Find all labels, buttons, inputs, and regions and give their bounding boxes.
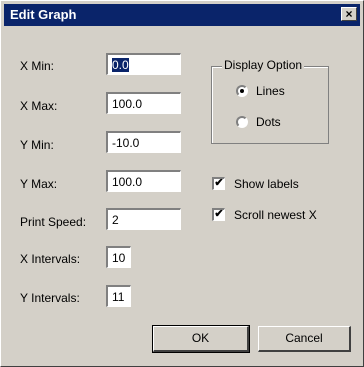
lines-radio[interactable] [236,85,248,97]
print-speed-field[interactable]: 2 [106,208,181,230]
y-min-label: Y Min: [20,138,54,152]
y-min-field[interactable]: -10.0 [106,131,181,153]
y-max-field[interactable]: 100.0 [106,170,181,192]
close-button[interactable]: × [341,7,357,21]
print-speed-label: Print Speed: [20,215,87,229]
display-option-title: Display Option [222,58,305,72]
y-intervals-field[interactable]: 11 [106,285,131,307]
x-intervals-field[interactable]: 10 [106,246,131,268]
window-title: Edit Graph [10,7,77,22]
dots-radio[interactable] [236,116,248,128]
scroll-newest-label[interactable]: Scroll newest X [234,208,317,222]
lines-radio-label[interactable]: Lines [256,84,285,98]
display-option-group [211,66,329,144]
edit-graph-dialog: Edit Graph × X Min: X Max: Y Min: Y Max:… [0,0,364,367]
cancel-button[interactable]: Cancel [258,326,351,352]
y-intervals-label: Y Intervals: [20,291,80,305]
x-min-field[interactable]: 0.0 [106,53,181,75]
dots-radio-label[interactable]: Dots [256,115,281,129]
y-max-label: Y Max: [20,177,58,191]
scroll-newest-checkbox[interactable]: ✔ [212,208,225,221]
show-labels-checkbox[interactable]: ✔ [212,177,225,190]
x-max-field[interactable]: 100.0 [106,92,181,114]
ok-button[interactable]: OK [152,325,250,353]
x-intervals-label: X Intervals: [20,252,81,266]
title-bar[interactable]: Edit Graph × [4,4,360,26]
x-min-label: X Min: [20,59,55,73]
x-max-label: X Max: [20,99,58,113]
show-labels-label[interactable]: Show labels [234,177,299,191]
x-min-value: 0.0 [112,58,129,72]
close-icon: × [345,7,353,21]
radio-selected-dot [240,89,244,93]
